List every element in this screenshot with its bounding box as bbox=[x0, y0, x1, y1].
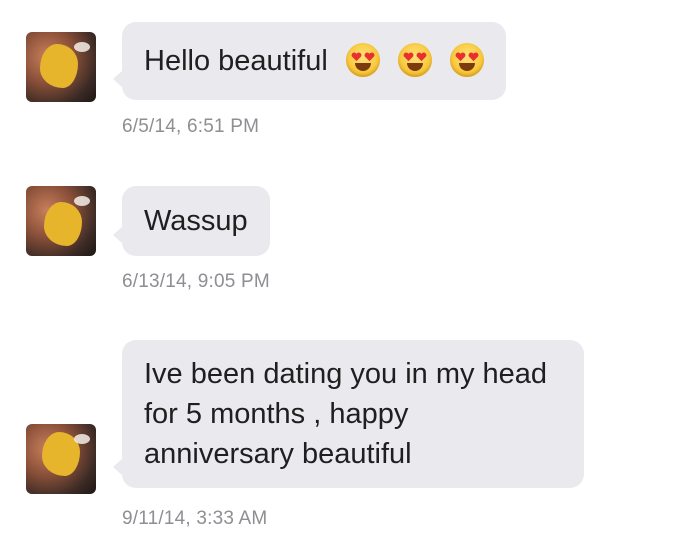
heart-eyes-emoji-icon bbox=[345, 43, 380, 78]
message-bubble[interactable]: Wassup bbox=[113, 186, 270, 256]
message-text: Hello beautiful bbox=[144, 45, 328, 77]
message-timestamp: 6/5/14, 6:51 PM bbox=[122, 116, 260, 137]
message-timestamp: 9/11/14, 3:33 AM bbox=[122, 508, 268, 529]
avatar[interactable] bbox=[26, 186, 96, 256]
message-bubble[interactable]: Hello beautiful bbox=[113, 22, 506, 100]
message-timestamp: 6/13/14, 9:05 PM bbox=[122, 271, 270, 292]
message-bubble[interactable]: Ive been dating you in my head for 5 mon… bbox=[113, 340, 584, 488]
heart-eyes-emoji-icon bbox=[397, 43, 432, 78]
avatar-redaction bbox=[44, 202, 82, 246]
avatar[interactable] bbox=[26, 424, 96, 494]
heart-eyes-emoji-icon bbox=[449, 43, 484, 78]
message-text: Wassup bbox=[144, 205, 248, 237]
message-text: Ive been dating you in my head for 5 mon… bbox=[144, 358, 548, 470]
avatar-redaction bbox=[40, 44, 78, 88]
avatar[interactable] bbox=[26, 32, 96, 102]
message-thread: Hello beautiful 6/5/14, 6:51 PM Wassup 6… bbox=[0, 0, 700, 535]
